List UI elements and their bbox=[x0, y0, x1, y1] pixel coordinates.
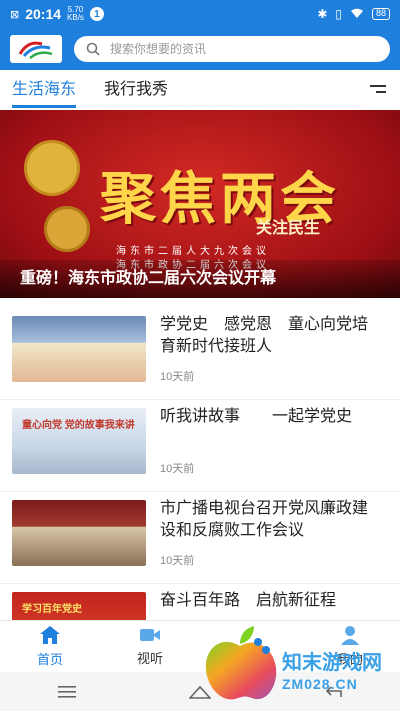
news-thumbnail: 童心向党 党的故事我来讲 bbox=[12, 408, 146, 474]
banner-slogan: 关注民生 bbox=[256, 220, 321, 237]
news-time: 10天前 bbox=[160, 555, 195, 567]
news-thumbnail bbox=[12, 316, 146, 382]
notification-badge: 1 bbox=[89, 7, 104, 21]
tab-menu-icon[interactable] bbox=[370, 85, 386, 95]
logo-icon bbox=[18, 41, 53, 60]
news-item[interactable]: 市广播电视台召开党风廉政建设和反腐败工作会议 10天前 bbox=[0, 492, 400, 584]
national-emblem-icon bbox=[24, 140, 80, 196]
news-title: 学党史 感党恩 童心向党培育新时代接班人 bbox=[160, 316, 369, 355]
battery-indicator: 88 bbox=[371, 8, 390, 20]
site-watermark: 知末游戏网 ZM028.CN bbox=[200, 624, 396, 710]
wifi-icon bbox=[350, 7, 364, 22]
search-bar[interactable] bbox=[74, 36, 390, 62]
news-item[interactable]: 童心向党 党的故事我来讲 听我讲故事 一起学党史 10天前 bbox=[0, 400, 400, 492]
news-time: 10天前 bbox=[160, 371, 195, 383]
app-logo[interactable] bbox=[10, 35, 62, 63]
banner-caption: 重磅！海东市政协二届六次会议开幕 bbox=[0, 260, 400, 298]
watermark-url: ZM028.CN bbox=[282, 676, 358, 692]
tab-life-haidong[interactable]: 生活海东 bbox=[12, 70, 77, 110]
search-input[interactable] bbox=[110, 42, 310, 56]
tab-my-show[interactable]: 我行我秀 bbox=[104, 70, 168, 110]
banner-carousel[interactable]: 聚焦两会 关注民生 海东市二届人大九次会议 海东市政协二届六次会议 重磅！海东市… bbox=[0, 110, 400, 298]
status-bar: ⊠ 20:14 5.70 KB/s 1 ✱ ▯ 88 bbox=[0, 0, 400, 28]
nav-home[interactable]: 首页 bbox=[0, 621, 100, 672]
news-title: 市广播电视台召开党风廉政建设和反腐败工作会议 bbox=[160, 500, 369, 539]
thumbnail-caption: 学习百年党史 bbox=[22, 604, 82, 615]
menu-icon[interactable] bbox=[47, 680, 87, 704]
news-thumbnail bbox=[12, 500, 146, 566]
watermark-logo-icon bbox=[205, 626, 277, 700]
cppcc-emblem-icon bbox=[44, 206, 90, 252]
search-icon bbox=[86, 42, 100, 56]
category-tabs: 生活海东 我行我秀 bbox=[0, 70, 400, 110]
thumbnail-caption: 童心向党 党的故事我来讲 bbox=[22, 420, 135, 431]
news-item[interactable]: 学党史 感党恩 童心向党培育新时代接班人 10天前 bbox=[0, 308, 400, 400]
bluetooth-icon: ✱ bbox=[317, 7, 328, 21]
video-icon bbox=[140, 629, 160, 641]
watermark-name: 知末游戏网 bbox=[282, 650, 382, 674]
nav-video[interactable]: 视听 bbox=[100, 621, 200, 672]
banner-subline-1: 海东市二届人大九次会议 bbox=[116, 246, 270, 257]
screenshot-icon: ⊠ bbox=[10, 8, 20, 21]
status-time: 20:14 bbox=[25, 6, 62, 22]
news-title: 奋斗百年路 启航新征程 bbox=[160, 592, 337, 609]
net-speed: 5.70 KB/s bbox=[67, 5, 84, 22]
news-title: 听我讲故事 一起学党史 bbox=[160, 408, 353, 425]
home-icon bbox=[40, 626, 60, 644]
app-header bbox=[0, 28, 400, 70]
vibrate-icon: ▯ bbox=[335, 7, 342, 21]
news-time: 10天前 bbox=[160, 463, 195, 475]
